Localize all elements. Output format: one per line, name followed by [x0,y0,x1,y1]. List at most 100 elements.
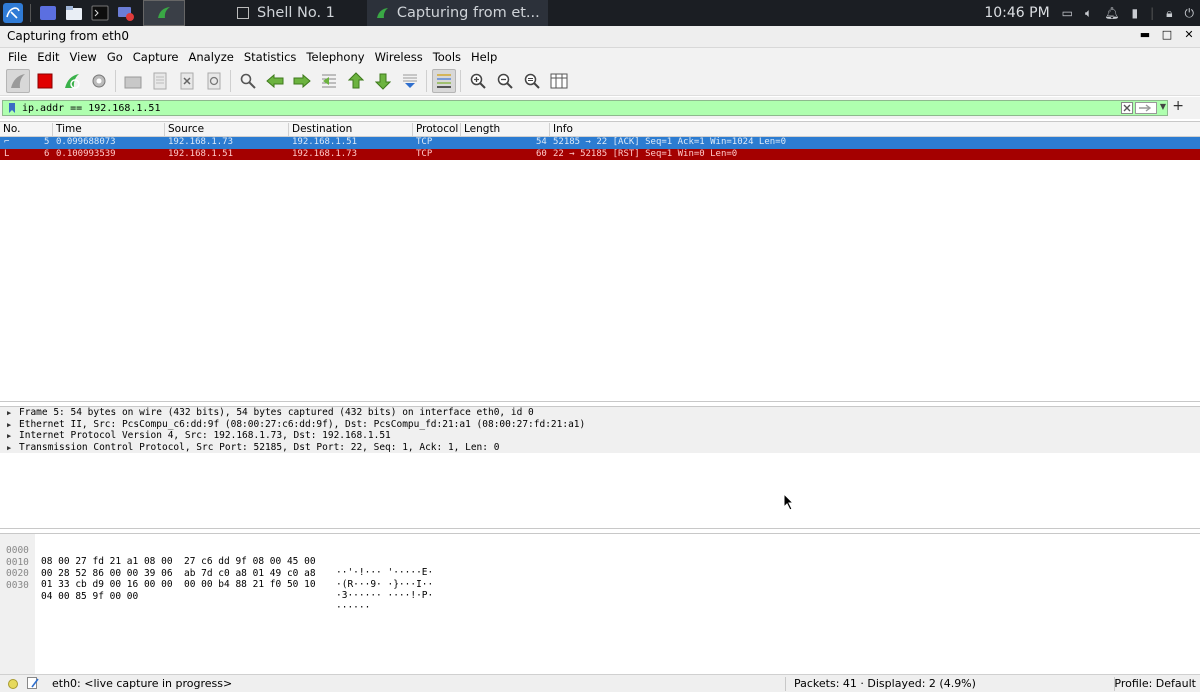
menu-analyze[interactable]: Analyze [184,50,239,64]
terminal-launcher-icon[interactable] [87,0,113,26]
packet-info: 22 → 52185 [RST] Seq=1 Win=0 Len=0 [553,148,738,159]
lock-icon[interactable]: 🔒︎ [1166,6,1172,21]
menu-edit[interactable]: Edit [32,50,64,64]
column-header-protocol[interactable]: Protocol [412,123,458,137]
go-back-button[interactable] [263,69,287,93]
bytes-ascii[interactable]: ··'·!··· '·····E· [336,567,433,578]
column-header-info[interactable]: Info [549,123,573,137]
tree-item-label: Frame 5: 54 bytes on wire (432 bits), 54… [19,407,534,418]
column-header-source[interactable]: Source [164,123,204,137]
profile-indicator[interactable]: Profile: Default [1114,677,1196,690]
menu-view[interactable]: View [65,50,102,64]
notification-bell-icon[interactable]: 🔔︎ [1104,6,1119,20]
power-icon[interactable]: ⏻ [1185,6,1195,21]
find-packet-button[interactable] [236,69,260,93]
bytes-hex[interactable]: 01 33 cb d9 00 16 00 00 00 00 b4 88 21 f… [41,579,316,590]
menu-file[interactable]: File [3,50,32,64]
bytes-row[interactable]: 0000 08 00 27 fd 21 a1 08 00 27 c6 dd 9f… [0,534,433,578]
menu-telephony[interactable]: Telephony [301,50,369,64]
arrow-up-icon [347,71,364,88]
packet-row[interactable]: ⌐ 5 0.099688073 192.168.1.73 192.168.1.5… [0,137,1200,149]
kali-menu-icon[interactable] [0,0,26,26]
capture-options-button[interactable] [87,69,111,93]
restart-capture-button[interactable] [60,69,84,93]
packet-source: 192.168.1.73 [168,137,234,147]
packet-row[interactable]: L 6 0.100993539 192.168.1.51 192.168.1.7… [0,148,1200,160]
autoscroll-button[interactable] [398,69,422,93]
zoom-out-button[interactable] [493,69,517,93]
go-to-packet-button[interactable] [317,69,341,93]
display-icon[interactable]: ▭ [1062,6,1073,20]
packet-bytes-pane: 0000 08 00 27 fd 21 a1 08 00 27 c6 dd 9f… [0,533,1200,675]
bytes-hex[interactable]: 04 00 85 9f 00 00 [41,591,138,602]
bookmark-icon[interactable] [5,101,19,115]
expert-info-indicator[interactable] [8,679,18,689]
bytes-ascii[interactable]: ·3······ ····!·P· [336,590,433,601]
stop-capture-button[interactable] [33,69,57,93]
bytes-hex[interactable]: 08 00 27 fd 21 a1 08 00 27 c6 dd 9f 08 0… [41,556,316,567]
menu-statistics[interactable]: Statistics [239,50,302,64]
file-manager-icon[interactable] [61,0,87,26]
display-filter-input[interactable] [19,101,1099,115]
maximize-button[interactable]: □ [1156,28,1178,41]
open-file-button[interactable] [121,69,145,93]
clock[interactable]: 10:46 PM [984,5,1049,21]
taskbar: Shell No. 1 Capturing from et... 10:46 P… [0,0,1200,26]
close-button[interactable]: ✕ [1178,28,1200,41]
apply-filter-icon[interactable] [1135,102,1157,114]
first-packet-button[interactable] [344,69,368,93]
menu-help[interactable]: Help [466,50,502,64]
start-capture-button[interactable] [5,68,30,93]
menu-tools[interactable]: Tools [428,50,466,64]
tree-item-ethernet[interactable]: ▶ Ethernet II, Src: PcsCompu_c6:dd:9f (08… [0,418,1200,430]
mouse-cursor-icon [783,493,795,511]
tree-item-tcp[interactable]: ▶ Transmission Control Protocol, Src Port… [0,441,1200,453]
bytes-row[interactable]: 0030 04 00 85 9f 00 00 ······ [0,569,370,613]
last-packet-button[interactable] [371,69,395,93]
column-header-time[interactable]: Time [52,123,82,137]
menu-capture[interactable]: Capture [128,50,184,64]
zoom-reset-icon [524,73,540,89]
screen-recorder-icon[interactable] [113,0,139,26]
reload-file-button[interactable] [202,69,226,93]
filter-history-dropdown-icon[interactable]: ▼ [1160,102,1166,111]
save-file-button[interactable] [148,69,172,93]
bytes-row[interactable]: 0010 00 28 52 86 00 00 39 06 ab 7d c0 a8… [0,546,433,590]
expand-arrow-icon[interactable]: ▶ [7,444,11,452]
clear-filter-icon[interactable] [1121,102,1133,114]
packet-length: 54 [536,137,547,147]
go-forward-button[interactable] [290,69,314,93]
zoom-in-button[interactable] [466,69,490,93]
bytes-ascii[interactable]: ·(R···9· ·}···I·· [336,579,433,590]
column-header-length[interactable]: Length [460,123,500,137]
resize-columns-button[interactable] [547,69,571,93]
column-header-no[interactable]: No. [0,123,20,137]
expand-arrow-icon[interactable]: ▶ [7,421,11,429]
wireshark-launcher-icon[interactable] [143,0,185,26]
bytes-hex[interactable]: 00 28 52 86 00 00 39 06 ab 7d c0 a8 01 4… [41,568,316,579]
bytes-row[interactable]: 0020 01 33 cb d9 00 16 00 00 00 00 b4 88… [0,557,433,601]
capture-comment-icon[interactable] [27,677,39,689]
battery-icon[interactable]: ▮ [1131,6,1138,20]
menu-go[interactable]: Go [102,50,128,64]
taskbar-app-shell[interactable]: Shell No. 1 [229,0,343,26]
expand-arrow-icon[interactable]: ▶ [7,409,11,417]
close-file-button[interactable] [175,69,199,93]
colorize-button[interactable] [431,68,456,93]
packet-list-pane: No. Time Source Destination Protocol Len… [0,121,1200,402]
taskbar-app-wireshark[interactable]: Capturing from et... [366,0,548,26]
menu-wireless[interactable]: Wireless [370,50,428,64]
minimize-button[interactable]: ▬ [1134,28,1156,41]
column-header-destination[interactable]: Destination [288,123,352,137]
bytes-ascii[interactable]: ······ [336,602,370,613]
desktop-icon[interactable] [35,0,61,26]
tree-item-frame[interactable]: ▶ Frame 5: 54 bytes on wire (432 bits), 5… [0,407,1200,419]
expand-arrow-icon[interactable]: ▶ [7,432,11,440]
add-filter-button[interactable]: + [1172,98,1184,114]
normal-size-button[interactable] [520,69,544,93]
packet-no: 5 [44,137,50,147]
arrow-right-icon [293,73,311,88]
tree-item-ipv4[interactable]: ▶ Internet Protocol Version 4, Src: 192.1… [0,430,1200,442]
volume-icon[interactable]: 🔈︎ [1085,6,1092,21]
packet-destination: 192.168.1.51 [292,137,358,147]
